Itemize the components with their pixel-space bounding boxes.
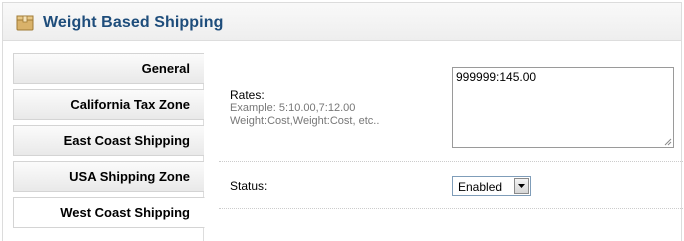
status-row: Status: Enabled xyxy=(219,163,684,209)
status-select[interactable]: Enabled xyxy=(452,176,531,196)
tab-usa-shipping-zone[interactable]: USA Shipping Zone xyxy=(13,161,204,192)
panel-heading: Weight Based Shipping xyxy=(3,3,681,41)
rates-help-format: Weight:Cost,Weight:Cost, etc.. xyxy=(230,115,380,127)
status-selected-value: Enabled xyxy=(458,180,503,194)
rates-input[interactable] xyxy=(452,67,674,148)
status-label: Status: xyxy=(230,179,268,193)
chevron-down-icon xyxy=(518,184,525,188)
tab-east-coast-shipping[interactable]: East Coast Shipping xyxy=(13,125,204,156)
shipping-panel: Weight Based Shipping General California… xyxy=(2,2,684,241)
tab-list: General California Tax Zone East Coast S… xyxy=(13,53,205,241)
dropdown-arrow-button[interactable] xyxy=(514,178,529,194)
rates-label: Rates: xyxy=(230,88,265,102)
tab-california-tax-zone[interactable]: California Tax Zone xyxy=(13,89,204,120)
package-icon xyxy=(16,15,34,31)
rates-help-example: Example: 5:10.00,7:12.00 xyxy=(230,102,356,114)
tab-general[interactable]: General xyxy=(13,53,204,84)
rates-row: Rates: Example: 5:10.00,7:12.00 Weight:C… xyxy=(219,63,684,162)
tab-west-coast-shipping[interactable]: West Coast Shipping xyxy=(13,197,205,228)
page-title: Weight Based Shipping xyxy=(43,14,224,31)
resize-grip-icon[interactable] xyxy=(664,138,672,146)
